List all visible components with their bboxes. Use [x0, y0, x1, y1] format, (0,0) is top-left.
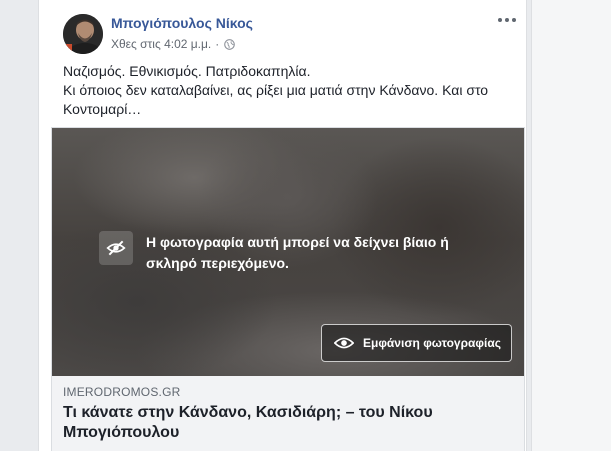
globe-icon[interactable]: [224, 38, 236, 50]
eye-slash-icon: [99, 231, 133, 265]
link-title[interactable]: Τι κάνατε στην Κάνδανο, Κασιδιάρη; – του…: [63, 403, 503, 443]
rail-divider: [531, 0, 532, 451]
post-text-line: Κι όποιος δεν καταλαβαίνει, ας ρίξει μια…: [63, 82, 489, 117]
link-attachment[interactable]: Η φωτογραφία αυτή μπορεί να δείχνει βίαι…: [51, 127, 525, 451]
more-dot: [512, 18, 516, 22]
eye-icon: [334, 337, 354, 349]
link-preview-footer[interactable]: IMERODROMOS.GR Τι κάνατε στην Κάνδανο, Κ…: [52, 376, 524, 451]
show-photo-button[interactable]: Εμφάνιση φωτογραφίας: [321, 324, 512, 362]
author-avatar[interactable]: [63, 14, 103, 54]
post-message: Ναζισμός. Εθνικισμός. Πατριδοκαπηλία. Κι…: [63, 62, 513, 119]
link-domain: IMERODROMOS.GR: [63, 385, 181, 399]
post-text-line: Ναζισμός. Εθνικισμός. Πατριδοκαπηλία.: [63, 63, 311, 79]
sensitive-content-warning: Η φωτογραφία αυτή μπορεί να δείχνει βίαι…: [146, 234, 449, 271]
right-rail: [531, 0, 611, 451]
meta-separator: ·: [215, 37, 220, 51]
show-photo-label: Εμφάνιση φωτογραφίας: [363, 336, 501, 350]
left-gutter: [0, 0, 38, 451]
more-dot: [505, 18, 509, 22]
post-timestamp[interactable]: Χθες στις 4:02 μ.μ.: [111, 37, 211, 51]
post-card: Μπογιόπουλος Νίκος Χθες στις 4:02 μ.μ. ·…: [38, 0, 527, 451]
more-dot: [498, 18, 502, 22]
more-options-button[interactable]: [496, 10, 518, 30]
author-name-link[interactable]: Μπογιόπουλος Νίκος: [111, 15, 253, 31]
blurred-photo[interactable]: Η φωτογραφία αυτή μπορεί να δείχνει βίαι…: [52, 128, 524, 376]
post-meta: Χθες στις 4:02 μ.μ. ·: [111, 37, 236, 51]
